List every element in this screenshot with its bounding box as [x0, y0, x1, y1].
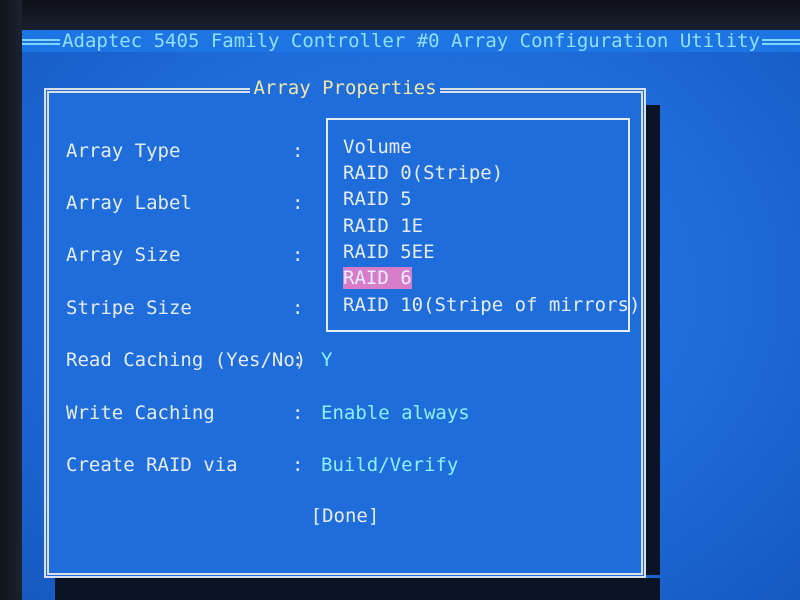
field-label-array-type: Array Type — [66, 140, 181, 162]
field-colon: : — [292, 297, 304, 319]
field-colon: : — [292, 454, 304, 476]
field-label-array-label: Array Label — [66, 192, 192, 214]
option-raid-5ee[interactable]: RAID 5EE — [343, 241, 435, 263]
field-label-array-size: Array Size — [66, 244, 181, 266]
array-type-dropdown[interactable]: Volume RAID 0(Stripe) RAID 5 RAID 1E RAI… — [326, 118, 640, 332]
done-button[interactable]: [Done] — [311, 505, 380, 527]
field-colon: : — [292, 192, 304, 214]
option-raid-0[interactable]: RAID 0(Stripe) — [343, 162, 503, 184]
option-volume[interactable]: Volume — [343, 136, 412, 158]
option-raid-6-selected[interactable]: RAID 6 — [343, 267, 412, 289]
create-raid-via-value[interactable]: Build/Verify — [321, 454, 458, 476]
utility-title: Adaptec 5405 Family Controller #0 Array … — [60, 30, 762, 52]
field-colon: : — [292, 402, 304, 424]
field-label-stripe-size: Stripe Size — [66, 297, 192, 319]
field-label-read-caching: Read Caching (Yes/No) — [66, 349, 307, 371]
field-colon: : — [292, 349, 304, 371]
field-label-write-caching: Write Caching — [66, 402, 215, 424]
field-colon: : — [292, 244, 304, 266]
option-raid-5[interactable]: RAID 5 — [343, 188, 412, 210]
monitor-bezel-top — [0, 0, 800, 30]
write-caching-value[interactable]: Enable always — [321, 402, 470, 424]
array-properties-dialog: Array Properties Array Type : Array Labe… — [44, 77, 646, 578]
title-bar: Adaptec 5405 Family Controller #0 Array … — [22, 30, 800, 52]
option-raid-10[interactable]: RAID 10(Stripe of mirrors) — [343, 294, 640, 316]
field-label-create-raid-via: Create RAID via — [66, 454, 238, 476]
monitor-bezel-left — [0, 0, 22, 600]
read-caching-value[interactable]: Y — [321, 349, 332, 371]
dialog-shadow-bottom — [55, 578, 660, 600]
field-colon: : — [292, 140, 304, 162]
dialog-title: Array Properties — [250, 77, 440, 99]
option-raid-1e[interactable]: RAID 1E — [343, 215, 423, 237]
